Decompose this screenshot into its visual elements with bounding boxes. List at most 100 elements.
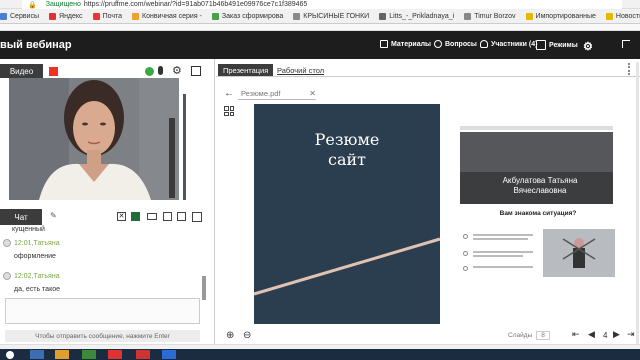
tab-chat[interactable]: Чат <box>0 209 42 225</box>
taskbar-app-icon[interactable] <box>82 350 96 359</box>
questions-label: Вопросы <box>445 40 477 48</box>
file-tab[interactable]: Резюме.pdf ✕ <box>238 88 316 100</box>
slide-current: Резюме сайт <box>254 104 440 324</box>
export-excel-icon[interactable] <box>131 212 140 221</box>
chat-message-body: оформление <box>14 251 56 260</box>
participants-button[interactable]: Участники (4) <box>480 40 537 48</box>
taskbar-app-icon[interactable] <box>136 350 150 359</box>
fullscreen-icon[interactable] <box>622 40 630 48</box>
chat-message-author: Татьяна <box>33 273 60 280</box>
bookmark-item[interactable]: Заказ сформирова <box>211 12 284 20</box>
preview-hero: Акбулатова Татьяна Вячеславовна <box>460 132 613 204</box>
browser-address-row: 🔒 Защищено https://pruffme.com/webinar/?… <box>0 0 640 9</box>
bookmark-label: Litts_-_Prikladnaya_i <box>389 12 455 20</box>
share-icon[interactable] <box>163 212 172 221</box>
bookmark-item[interactable]: Импортированные <box>525 12 596 20</box>
modes-button[interactable]: Режимы <box>536 40 578 50</box>
prev-slide-icon[interactable]: ◀ <box>588 329 595 340</box>
back-arrow-icon[interactable]: ← <box>224 88 234 99</box>
bookmark-label: Почта <box>102 12 123 20</box>
bookmark-icon <box>525 12 533 20</box>
tab-presentation[interactable]: Презентация <box>218 64 274 76</box>
chat-message-time: 12:01 <box>14 240 32 247</box>
settings-gear-icon[interactable]: ⚙ <box>583 40 593 53</box>
bookmark-icon <box>464 12 472 20</box>
tab-video[interactable]: Видео <box>0 64 43 78</box>
os-taskbar <box>0 349 640 360</box>
bookmark-label: Конвичная серия - <box>142 12 202 20</box>
video-scrollbar[interactable] <box>183 94 186 200</box>
camera-status-icon[interactable] <box>145 67 154 76</box>
taskbar-app-icon[interactable] <box>108 350 122 359</box>
chat-message: 12:02,Татьяна <box>14 273 60 280</box>
microphone-icon[interactable] <box>158 66 163 75</box>
clear-chat-icon[interactable]: ✕ <box>117 212 126 221</box>
panel-menu-icon[interactable] <box>628 63 635 75</box>
video-expand-icon[interactable] <box>191 66 201 76</box>
chat-expand-icon[interactable] <box>192 212 202 222</box>
bookmark-item[interactable]: КРЫСИНЫЕ ГОНКИ <box>293 12 370 20</box>
taskbar-app-icon[interactable] <box>162 350 176 359</box>
bookmark-label: Заказ сформирова <box>221 12 284 20</box>
grid-view-icon[interactable] <box>224 106 234 116</box>
tab-desktop[interactable]: Рабочий стол <box>272 64 329 76</box>
address-bar[interactable]: 🔒 Защищено https://pruffme.com/webinar/?… <box>22 0 622 9</box>
chat-message-text: оформление <box>14 253 56 260</box>
bookmark-item[interactable]: Timur Borzov <box>464 12 516 20</box>
mail-icon[interactable] <box>147 213 157 220</box>
bookmark-item[interactable]: Яндекс <box>49 12 83 20</box>
chat-input[interactable] <box>5 298 200 324</box>
bookmark-icon <box>132 12 140 20</box>
bookmark-label: Яндекс <box>59 12 83 20</box>
lock-icon: 🔒 <box>28 1 37 9</box>
bookmark-icon <box>211 12 219 20</box>
slides-count: 8 <box>536 331 550 340</box>
bookmark-label: Новости <box>615 12 640 20</box>
chat-message-author: Татьяна <box>33 240 60 247</box>
bookmark-icon <box>92 12 100 20</box>
bookmark-item[interactable]: Конвичная серия - <box>132 12 202 20</box>
checkbox-icon[interactable] <box>177 212 186 221</box>
preview-browser-bar <box>460 126 613 130</box>
materials-icon <box>380 40 388 48</box>
video-feed <box>9 78 179 200</box>
first-slide-icon[interactable]: ⇤ <box>572 329 580 340</box>
chat-message-time: 12:02 <box>14 273 32 280</box>
materials-label: Материалы <box>391 40 432 48</box>
modes-icon <box>536 40 546 50</box>
video-tab-label: Видео <box>9 66 34 76</box>
bookmark-item[interactable]: Почта <box>92 12 123 20</box>
bookmark-item[interactable]: Новости <box>605 12 640 20</box>
bookmark-icon <box>379 12 387 20</box>
vertical-scrollbar[interactable] <box>636 62 639 344</box>
send-hint: Чтобы отправить сообщение, нажмите Enter <box>5 330 200 342</box>
edit-pencil-icon[interactable]: ✎ <box>50 211 57 220</box>
materials-button[interactable]: Материалы <box>380 40 431 48</box>
chat-scrollbar[interactable] <box>202 276 206 300</box>
questions-button[interactable]: Вопросы <box>434 40 477 48</box>
close-file-icon[interactable]: ✕ <box>309 89 316 98</box>
record-icon[interactable] <box>49 67 58 76</box>
chat-message-text: кущенный <box>12 226 45 233</box>
avatar <box>3 272 11 280</box>
bookmarks-bar: Сервисы Яндекс Почта Конвичная серия - Заказ… <box>0 9 640 24</box>
zoom-in-icon[interactable]: ⊕ <box>226 330 234 341</box>
bookmark-label: КРЫСИНЫЕ ГОНКИ <box>303 12 370 20</box>
preview-question: Вам знакома ситуация? <box>499 210 577 217</box>
taskbar-app-icon[interactable] <box>55 350 69 359</box>
chat-tab-label: Чат <box>14 212 28 222</box>
questions-icon <box>434 40 442 48</box>
next-slide-icon[interactable]: ▶ <box>613 329 620 340</box>
zoom-out-icon[interactable]: ⊖ <box>243 330 251 341</box>
bookmark-item[interactable]: Сервисы <box>0 12 39 20</box>
start-icon[interactable] <box>6 351 14 359</box>
bookmark-item[interactable]: Litts_-_Prikladnaya_i <box>379 12 455 20</box>
chat-message: 12:01,Татьяна <box>14 240 60 247</box>
taskbar-app-icon[interactable] <box>30 350 44 359</box>
bookmark-icon <box>605 12 613 20</box>
bookmark-label: Импортированные <box>535 12 596 20</box>
video-presenter-image <box>9 78 179 200</box>
video-settings-gear-icon[interactable]: ⚙ <box>172 64 182 77</box>
bookmark-label: Timur Borzov <box>474 12 516 20</box>
last-slide-icon[interactable]: ⇥ <box>627 329 635 340</box>
